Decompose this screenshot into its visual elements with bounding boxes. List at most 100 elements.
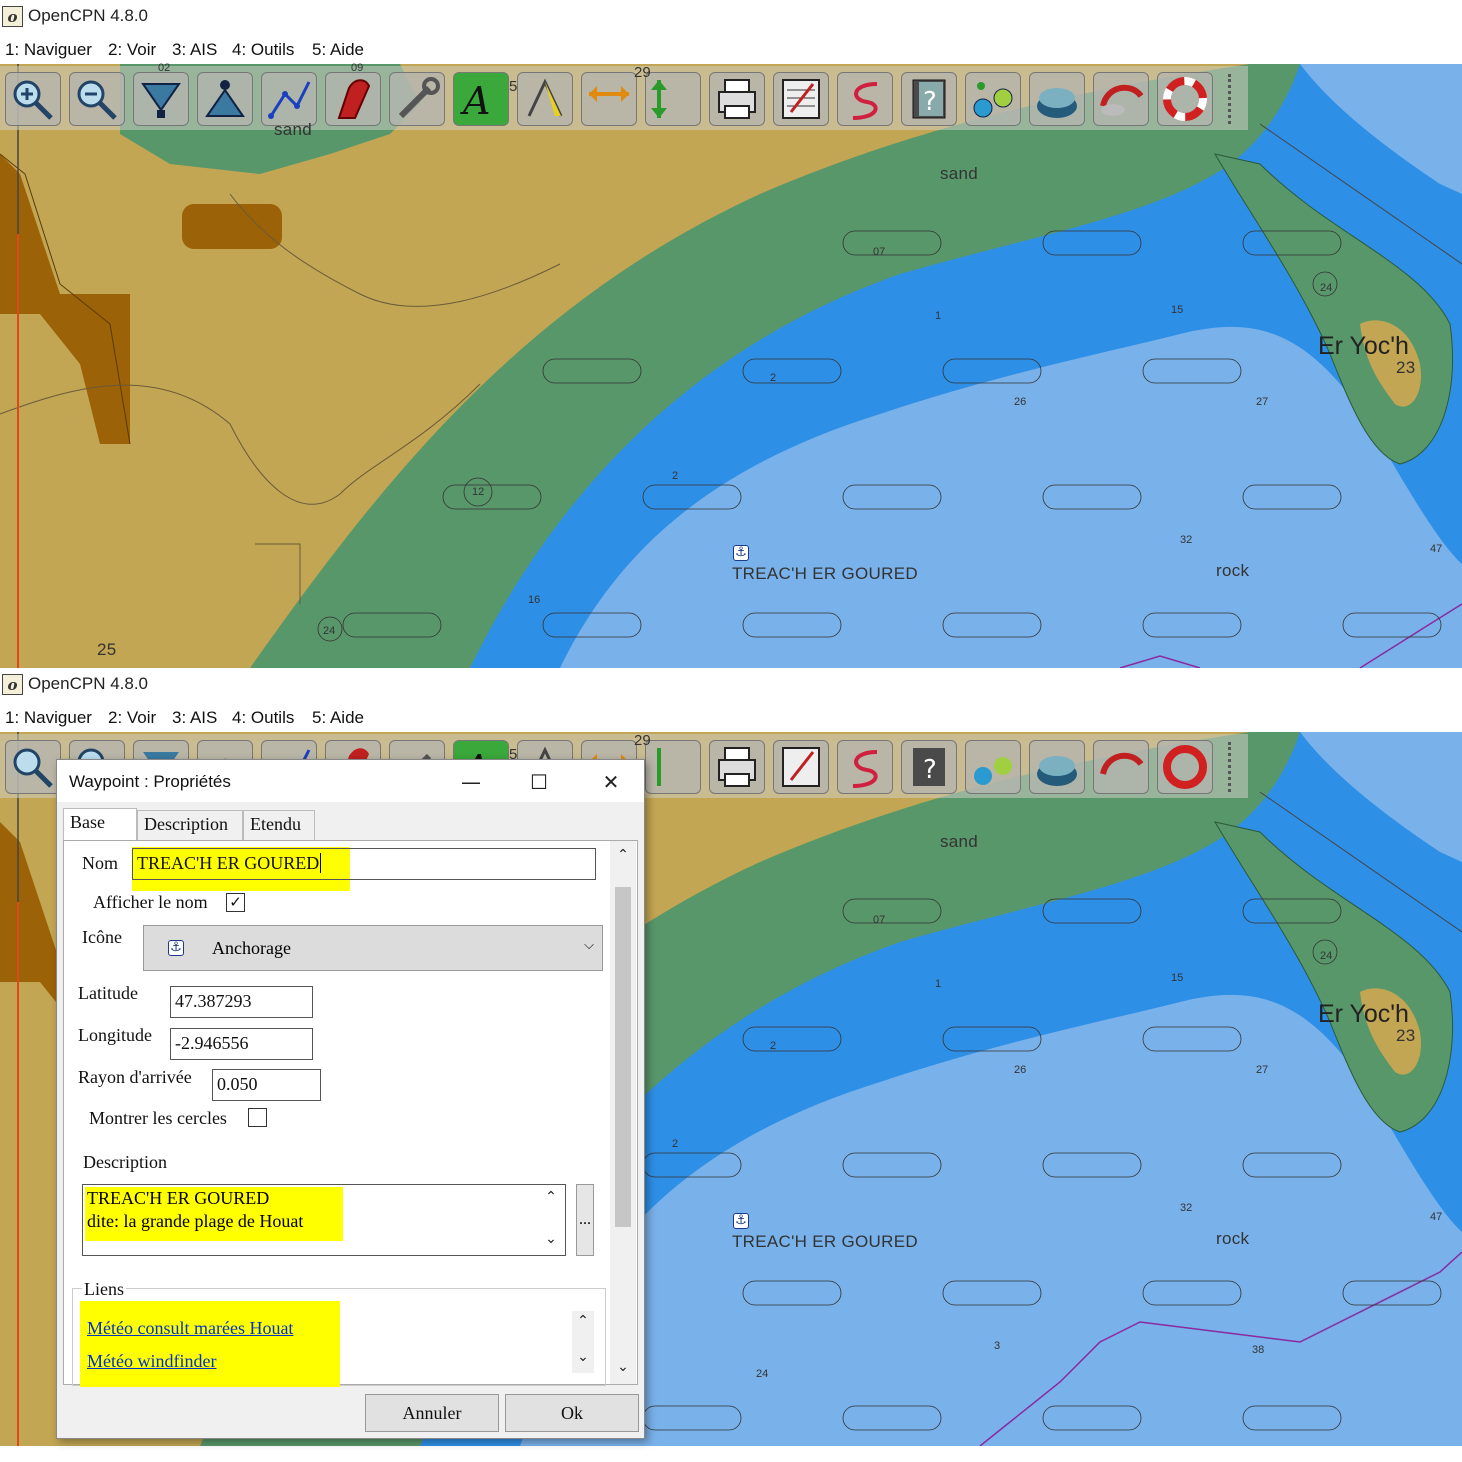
weather-button[interactable] [1093,740,1149,794]
main-toolbar: A ? [0,66,1248,130]
latitude-input[interactable]: 47.387293 [170,986,313,1018]
man-overboard-button[interactable] [1157,740,1213,794]
cancel-button[interactable]: Annuler [365,1394,499,1432]
zoom-in-button[interactable] [5,72,61,126]
longitude-input[interactable]: -2.946556 [170,1028,313,1060]
current-button[interactable] [645,740,701,794]
minimize-icon[interactable]: — [457,768,485,796]
help-book-icon: ? [912,79,946,119]
menu-bar: 1: Naviguer 2: Voir 3: AIS 4: Outils 5: … [0,701,1462,732]
waypoint-label[interactable]: TREAC'H ER GOURED [732,564,918,584]
zoom-in-button[interactable] [5,740,61,794]
weather-icon [1100,84,1144,116]
man-overboard-button[interactable] [1157,72,1213,126]
scrollbar-thumb[interactable] [615,887,631,1227]
menu-naviguer[interactable]: 1: Naviguer [5,40,92,60]
ok-button[interactable]: Ok [505,1394,639,1432]
track-button[interactable] [837,72,893,126]
menu-aide[interactable]: 5: Aide [312,40,364,60]
description-text: TREAC'H ER GOURED dite: la grande plage … [87,1187,303,1233]
ship-button[interactable] [325,72,381,126]
link-meteo-consult[interactable]: Météo consult marées Houat [87,1318,293,1339]
panel-scrollbar[interactable]: ⌃ ⌄ [610,841,636,1384]
menu-voir[interactable]: 2: Voir [108,40,156,60]
depth-sounding: 16 [528,594,541,606]
layers-button[interactable] [1029,72,1085,126]
tab-description[interactable]: Description [137,810,243,840]
help-button[interactable]: ? [901,72,957,126]
label-er-yoch: Er Yoc'h [1318,1000,1409,1028]
depth-sounding: 24 [756,1368,769,1380]
text-button[interactable]: A [453,72,509,126]
scroll-down-icon[interactable]: ⌄ [543,1231,559,1247]
tab-base[interactable]: Base [63,808,137,840]
route-manager-button[interactable] [773,740,829,794]
menu-outils[interactable]: 4: Outils [232,40,294,60]
name-input-value: TREAC'H ER GOURED [137,853,320,873]
longitude-label: Longitude [78,1025,152,1045]
menu-ais[interactable]: 3: AIS [172,40,217,60]
menu-voir[interactable]: 2: Voir [108,708,156,728]
anchor-icon[interactable]: ⚓ [733,545,749,561]
printer-icon [718,79,756,119]
scroll-up-icon[interactable]: ⌃ [615,847,631,863]
route-button[interactable] [261,72,317,126]
scale-out-button[interactable] [197,72,253,126]
close-icon[interactable]: ✕ [597,768,625,796]
depth-sounding: 27 [1256,396,1269,408]
chevron-down-icon: ⌵ [584,938,594,953]
description-textarea[interactable]: TREAC'H ER GOURED dite: la grande plage … [82,1184,566,1256]
depth-sounding: 27 [1256,1064,1269,1076]
name-input[interactable]: TREAC'H ER GOURED [132,848,596,880]
link-windfinder[interactable]: Météo windfinder [87,1351,216,1372]
show-circles-checkbox[interactable] [248,1108,267,1127]
layers-button[interactable] [1029,740,1085,794]
anchor-icon[interactable]: ⚓ [733,1213,749,1229]
icon-select[interactable]: ⚓ Anchorage ⌵ [143,925,603,971]
description-edit-button[interactable]: ... [576,1184,594,1256]
scroll-down-icon[interactable]: ⌄ [615,1359,631,1375]
current-button[interactable] [645,72,701,126]
zoom-out-button[interactable] [69,72,125,126]
ais-button[interactable] [965,72,1021,126]
route-manager-button[interactable] [773,72,829,126]
menu-outils[interactable]: 4: Outils [232,708,294,728]
label-sand-toolbar: sand [274,120,313,139]
zoom-in-icon [13,748,53,788]
scroll-up-icon[interactable]: ⌃ [543,1189,559,1205]
weather-button[interactable] [1093,72,1149,126]
settings-button[interactable] [389,72,445,126]
toolbar-grip[interactable] [1228,742,1242,792]
funnel-down-icon [141,83,181,118]
menu-ais[interactable]: 3: AIS [172,708,217,728]
app-title: OpenCPN 4.8.0 [28,674,149,693]
opencpn-window-top: o OpenCPN 4.8.0 1: Naviguer 2: Voir 3: A… [0,0,1462,668]
scroll-down-icon[interactable]: ⌄ [575,1349,591,1365]
tab-etendu[interactable]: Etendu [243,810,315,840]
route-manager-icon [782,79,820,119]
scroll-up-icon[interactable]: ⌃ [575,1313,591,1329]
show-name-checkbox[interactable]: ✓ [226,893,245,912]
toolbar-grip[interactable] [1228,74,1242,124]
tide-button[interactable] [581,72,637,126]
scale-in-button[interactable] [133,72,189,126]
arrival-radius-input[interactable]: 0.050 [212,1069,321,1101]
print-button[interactable] [709,72,765,126]
arrival-radius-label: Rayon d'arrivée [78,1067,192,1087]
label-island-depth: 23 [1396,1026,1416,1045]
menu-aide[interactable]: 5: Aide [312,708,364,728]
name-label: Nom [82,853,118,873]
measure-button[interactable] [517,72,573,126]
help-button[interactable]: ? [901,740,957,794]
text-cursor [320,853,322,873]
maximize-icon[interactable]: ☐ [525,768,553,796]
funnel-up-icon [205,80,245,117]
menu-naviguer[interactable]: 1: Naviguer [5,708,92,728]
ais-button[interactable] [965,740,1021,794]
print-button[interactable] [709,740,765,794]
links-scrollbar[interactable]: ⌃ ⌄ [572,1311,594,1373]
waypoint-label[interactable]: TREAC'H ER GOURED [732,1232,918,1252]
dialog-title-bar[interactable]: Waypoint : Propriétés — ☐ ✕ [57,760,644,802]
toolbar-digit: 09 [351,62,364,74]
track-button[interactable] [837,740,893,794]
